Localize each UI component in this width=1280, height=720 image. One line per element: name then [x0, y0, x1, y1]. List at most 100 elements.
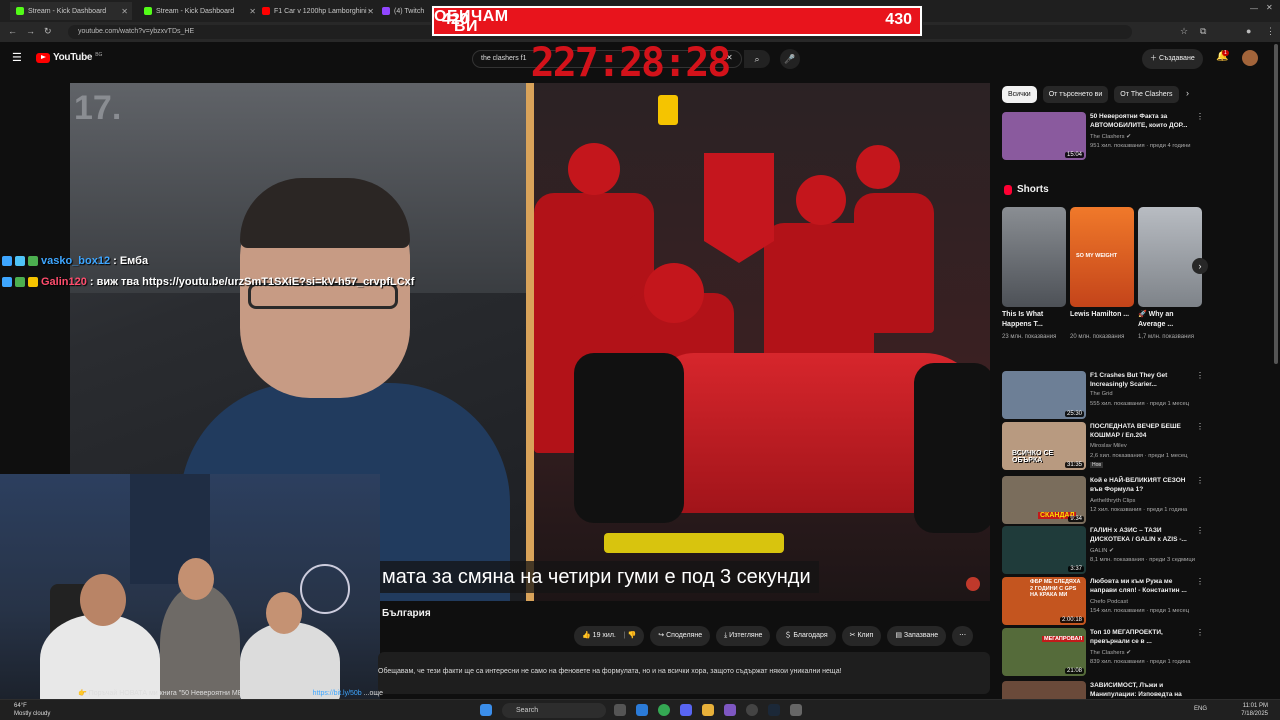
chip-from-search[interactable]: От търсенето ви — [1042, 86, 1109, 103]
recommended-video[interactable]: ВСИЧКО СЕ ОБЪРКА 31:35 ПОСЛЕДНАТА ВЕЧЕР … — [1002, 422, 1204, 470]
folder-icon[interactable] — [702, 704, 714, 716]
video-thumbnail[interactable]: ФБР МЕ СЛЕДЯХА 2 ГОДИНИ С GPS НА КРАКА М… — [1002, 577, 1086, 625]
obs-icon[interactable] — [746, 704, 758, 716]
more-dots-icon[interactable]: ⋮ — [1196, 577, 1204, 586]
bookmark-star-icon[interactable]: ☆ — [1180, 26, 1188, 37]
hamburger-menu-icon[interactable]: ☰ — [12, 51, 22, 64]
recommended-video[interactable]: 15:04 50 Невероятни Факта за АВТОМОБИЛИТ… — [1002, 112, 1204, 160]
video-title[interactable]: F1 Crashes But They Get Increasingly Sca… — [1090, 372, 1196, 389]
recommended-video[interactable]: ЗАВИСИМОСТ, Лъжи и Манипулации: Изповедт… — [1002, 681, 1202, 699]
input-language[interactable]: ENG — [1194, 706, 1207, 712]
more-actions-button[interactable]: ⋯ — [952, 626, 974, 646]
more-dots-icon[interactable]: ⋮ — [1196, 526, 1204, 535]
more-dots-icon[interactable]: ⋮ — [1196, 371, 1204, 380]
short-thumbnail[interactable]: SO MY WEIGHT — [1070, 207, 1134, 307]
video-thumbnail[interactable]: 3:37 — [1002, 526, 1086, 574]
thumbs-down-icon[interactable]: 👎 — [628, 632, 637, 639]
recommended-video[interactable]: 3:37 ГАЛИН x АЗИС – ТАЗИ ДИСКОТЕКА / GAL… — [1002, 526, 1204, 574]
menu-dots-icon[interactable]: ⋮ — [1266, 26, 1275, 37]
steam-icon[interactable] — [768, 704, 780, 716]
weather-widget[interactable]: 64°F Mostly cloudy — [14, 702, 50, 718]
chat-badge-icon — [2, 256, 12, 266]
avatar[interactable] — [1242, 50, 1258, 66]
video-title[interactable]: 50 Невероятни Факта за АВТОМОБИЛИТЕ, кои… — [1090, 113, 1196, 130]
forward-icon[interactable]: → — [26, 26, 35, 36]
save-button[interactable]: ▤ Запазване — [887, 626, 947, 646]
channel-name[interactable]: Aethelthryth Clips — [1090, 498, 1135, 504]
recommended-video[interactable]: СКАНДАЛ 9:34 Кой е НАЙ-ВЕЛИКИЯТ СЕЗОН въ… — [1002, 476, 1204, 524]
clip-button[interactable]: ✂ Клип — [841, 626, 882, 646]
close-icon[interactable]: ✕ — [249, 7, 256, 16]
chip-from-channel[interactable]: От The Clashers — [1114, 86, 1179, 103]
video-thumbnail[interactable]: МЕГАПРОВАЛ 21:08 — [1002, 628, 1086, 676]
taskbar-search[interactable]: Search — [502, 703, 606, 718]
chevron-right-icon[interactable]: › — [1192, 258, 1208, 274]
edge-icon[interactable] — [636, 704, 648, 716]
video-title[interactable]: ЗАВИСИМОСТ, Лъжи и Манипулации: Изповедт… — [1090, 682, 1196, 699]
channel-name[interactable]: Miroslav Milev — [1090, 443, 1127, 449]
recommended-video[interactable]: ФБР МЕ СЛЕДЯХА 2 ГОДИНИ С GPS НА КРАКА М… — [1002, 577, 1204, 625]
more-dots-icon[interactable]: ⋮ — [1196, 422, 1204, 431]
video-thumbnail[interactable]: СКАНДАЛ 9:34 — [1002, 476, 1086, 524]
browser-tab[interactable]: F1 Car v 1200hp Lamborghini - ✕ — [256, 2, 378, 20]
chrome-icon[interactable] — [658, 704, 670, 716]
profile-icon[interactable]: ● — [1246, 26, 1251, 36]
channel-name[interactable]: Chefo Podcast — [1090, 599, 1128, 605]
recommended-video[interactable]: МЕГАПРОВАЛ 21:08 Топ 10 МЕГАПРОЕКТИ, пре… — [1002, 628, 1204, 676]
ferrari-logo — [658, 95, 678, 125]
video-thumbnail[interactable]: ВСИЧКО СЕ ОБЪРКА 31:35 — [1002, 422, 1086, 470]
discord-icon[interactable] — [680, 704, 692, 716]
page-scrollbar[interactable] — [1274, 44, 1278, 364]
windows-start-icon[interactable] — [480, 704, 492, 716]
short-thumbnail[interactable] — [1138, 207, 1202, 307]
browser-tab[interactable]: Stream - Kick Dashboard ✕ — [138, 2, 260, 20]
channel-name[interactable]: The Clashers ✔ — [1090, 134, 1131, 140]
minimize-icon[interactable]: — — [1250, 4, 1258, 13]
recommended-video[interactable]: 25:30 F1 Crashes But They Get Increasing… — [1002, 371, 1204, 419]
more-dots-icon[interactable]: ⋮ — [1196, 476, 1204, 485]
short-title[interactable]: 🚀 Why an Average ... — [1138, 310, 1202, 330]
video-title[interactable]: Кой е НАЙ-ВЕЛИКИЯТ СЕЗОН във Формула 1? — [1090, 477, 1196, 494]
video-title[interactable]: Любовта ми към Ружа ме направи сляп! - К… — [1090, 578, 1196, 595]
extensions-icon[interactable]: ⧉ — [1200, 26, 1206, 37]
create-button[interactable]: ＋ Създаване — [1142, 49, 1203, 69]
browser-tab[interactable]: Stream - Kick Dashboard ✕ — [10, 2, 132, 20]
more-dots-icon[interactable]: ⋮ — [1196, 628, 1204, 637]
video-title[interactable]: ГАЛИН x АЗИС – ТАЗИ ДИСКОТЕКА / GALIN x … — [1090, 527, 1196, 544]
system-clock[interactable]: 11:01 PM 7/18/2025 — [1241, 702, 1268, 718]
settings-gear-icon[interactable] — [790, 704, 802, 716]
show-more-link[interactable]: ...още — [364, 690, 383, 697]
more-dots-icon[interactable]: ⋮ — [1196, 112, 1204, 121]
back-icon[interactable]: ← — [8, 26, 17, 36]
youtube-logo[interactable]: YouTube BG — [36, 52, 102, 63]
short-title[interactable]: This Is What Happens T... — [1002, 310, 1066, 330]
download-button[interactable]: ⤓ Изтегляне — [716, 626, 771, 646]
like-button[interactable]: 👍 19 хил. | 👎 — [574, 626, 645, 646]
close-icon[interactable]: ✕ — [367, 7, 374, 16]
short-title[interactable]: Lewis Hamilton ... — [1070, 310, 1134, 320]
short-thumbnail[interactable] — [1002, 207, 1066, 307]
chevron-right-icon[interactable]: › — [1186, 88, 1189, 98]
channel-name[interactable]: GALIN ✔ — [1090, 548, 1114, 554]
chip-all[interactable]: Всички — [1002, 86, 1037, 103]
video-description[interactable]: Обещавам, че тези факти ще са интересни … — [378, 652, 990, 694]
voice-search-button[interactable]: 🎤 — [780, 49, 800, 69]
video-thumbnail[interactable]: 25:30 — [1002, 371, 1086, 419]
thanks-button[interactable]: ＄ Благодаря — [776, 626, 836, 646]
app-icon[interactable] — [724, 704, 736, 716]
thanks-label: Благодаря — [793, 632, 828, 639]
channel-name[interactable]: The Clashers ✔ — [1090, 650, 1131, 656]
channel-name[interactable]: The Grid — [1090, 391, 1113, 397]
share-button[interactable]: ↪ Споделяне — [650, 626, 711, 646]
reload-icon[interactable]: ↻ — [44, 26, 52, 37]
person-head — [178, 558, 214, 600]
close-icon[interactable]: ✕ — [121, 7, 128, 16]
video-thumbnail[interactable] — [1002, 681, 1086, 699]
video-thumbnail[interactable]: 15:04 — [1002, 112, 1086, 160]
browser-tab[interactable]: (4) Twitch — [376, 2, 436, 20]
task-view-icon[interactable] — [614, 704, 626, 716]
video-title[interactable]: Топ 10 МЕГАПРОЕКТИ, превърнали се в ... — [1090, 629, 1196, 646]
close-window-icon[interactable]: ✕ — [1266, 3, 1273, 12]
video-title[interactable]: ПОСЛЕДНАТА ВЕЧЕР БЕШЕ КОШМАР / Еп.204 — [1090, 423, 1196, 440]
promo-link[interactable]: https://bit.ly/50b — [313, 690, 362, 697]
